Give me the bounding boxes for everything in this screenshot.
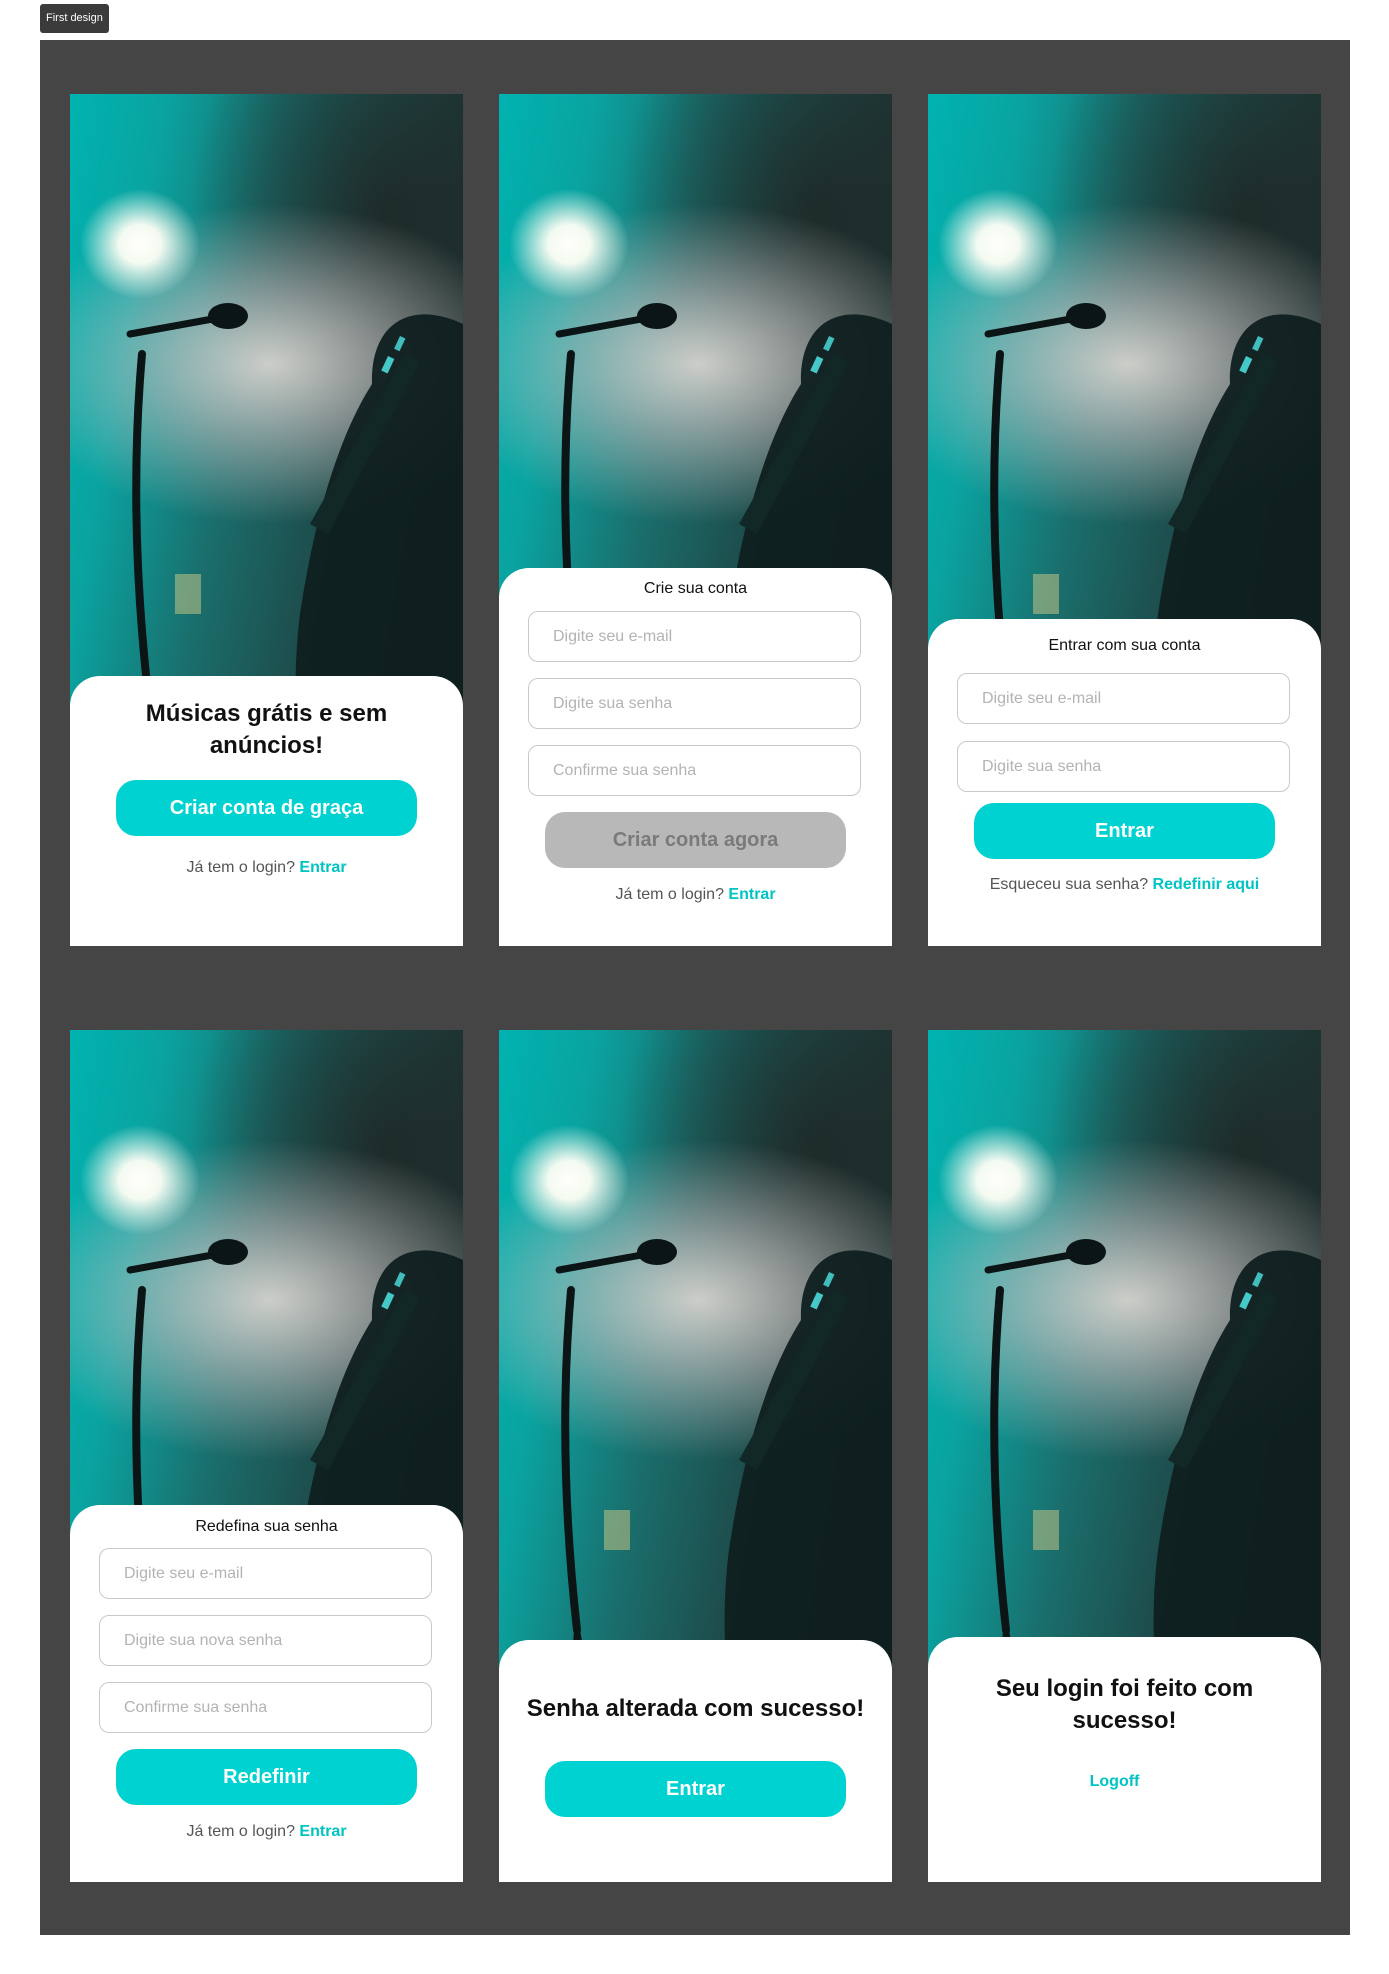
- confirm-password-field[interactable]: Confirme sua senha: [528, 745, 861, 796]
- login-title: Entrar com sua conta: [1048, 637, 1201, 654]
- login-button[interactable]: Entrar: [974, 803, 1275, 859]
- screen-welcome: Músicas grátis e sem anúncios! Criar con…: [70, 94, 463, 946]
- login-prompt-text: Já tem o login?: [186, 859, 295, 876]
- logoff-link[interactable]: Logoff: [928, 1773, 1301, 1791]
- login-prompt-text: Já tem o login?: [186, 1823, 295, 1840]
- create-free-account-button[interactable]: Criar conta de graça: [116, 780, 417, 836]
- login-success-title: Seu login foi feito com sucesso!: [995, 1675, 1254, 1734]
- login-prompt: Já tem o login? Entrar: [70, 1823, 463, 1841]
- login-card: Entrar com sua conta Digite seu e-mail D…: [928, 619, 1321, 946]
- email-field[interactable]: Digite seu e-mail: [99, 1548, 432, 1599]
- email-field[interactable]: Digite seu e-mail: [957, 673, 1290, 724]
- signup-card: Crie sua conta Digite seu e-mail Digite …: [499, 568, 892, 946]
- welcome-title: Músicas grátis e sem anúncios!: [145, 700, 388, 759]
- password-changed-card: Senha alterada com sucesso! Entrar: [499, 1640, 892, 1882]
- login-success-card: Seu login foi feito com sucesso! Logoff: [928, 1637, 1321, 1882]
- login-prompt-text: Já tem o login?: [615, 886, 724, 903]
- screen-signup: Crie sua conta Digite seu e-mail Digite …: [499, 94, 892, 946]
- microphone-shape: [208, 1239, 248, 1265]
- login-link[interactable]: Entrar: [728, 886, 775, 903]
- create-account-button[interactable]: Criar conta agora: [545, 812, 846, 868]
- design-canvas: Músicas grátis e sem anúncios! Criar con…: [40, 40, 1350, 1935]
- reset-button[interactable]: Redefinir: [116, 1749, 417, 1805]
- confirm-password-field[interactable]: Confirme sua senha: [99, 1682, 432, 1733]
- microphone-shape: [637, 303, 677, 329]
- password-field[interactable]: Digite sua senha: [528, 678, 861, 729]
- microphone-shape: [1066, 1239, 1106, 1265]
- microphone-shape: [637, 1239, 677, 1265]
- password-field[interactable]: Digite sua senha: [957, 741, 1290, 792]
- screen-login-success: Seu login foi feito com sucesso! Logoff: [928, 1030, 1321, 1882]
- reset-card: Redefina sua senha Digite seu e-mail Dig…: [70, 1505, 463, 1882]
- password-changed-title: Senha alterada com sucesso!: [526, 1695, 865, 1722]
- reset-password-link[interactable]: Redefinir aqui: [1153, 876, 1260, 893]
- login-prompt: Já tem o login? Entrar: [499, 886, 892, 904]
- screen-password-changed: Senha alterada com sucesso! Entrar: [499, 1030, 892, 1882]
- login-button[interactable]: Entrar: [545, 1761, 846, 1817]
- login-link[interactable]: Entrar: [299, 1823, 346, 1840]
- microphone-shape: [208, 303, 248, 329]
- microphone-shape: [1066, 303, 1106, 329]
- signup-title: Crie sua conta: [643, 580, 748, 597]
- reset-title: Redefina sua senha: [195, 1518, 338, 1535]
- forgot-password-prompt: Esqueceu sua senha? Redefinir aqui: [928, 876, 1321, 894]
- screen-reset-password: Redefina sua senha Digite seu e-mail Dig…: [70, 1030, 463, 1882]
- new-password-field[interactable]: Digite sua nova senha: [99, 1615, 432, 1666]
- frame-label: First design: [40, 4, 109, 33]
- forgot-password-text: Esqueceu sua senha?: [989, 876, 1149, 893]
- email-field[interactable]: Digite seu e-mail: [528, 611, 861, 662]
- screen-login: Entrar com sua conta Digite seu e-mail D…: [928, 94, 1321, 946]
- login-prompt: Já tem o login? Entrar: [70, 859, 463, 877]
- login-link[interactable]: Entrar: [299, 859, 346, 876]
- welcome-card: Músicas grátis e sem anúncios! Criar con…: [70, 676, 463, 946]
